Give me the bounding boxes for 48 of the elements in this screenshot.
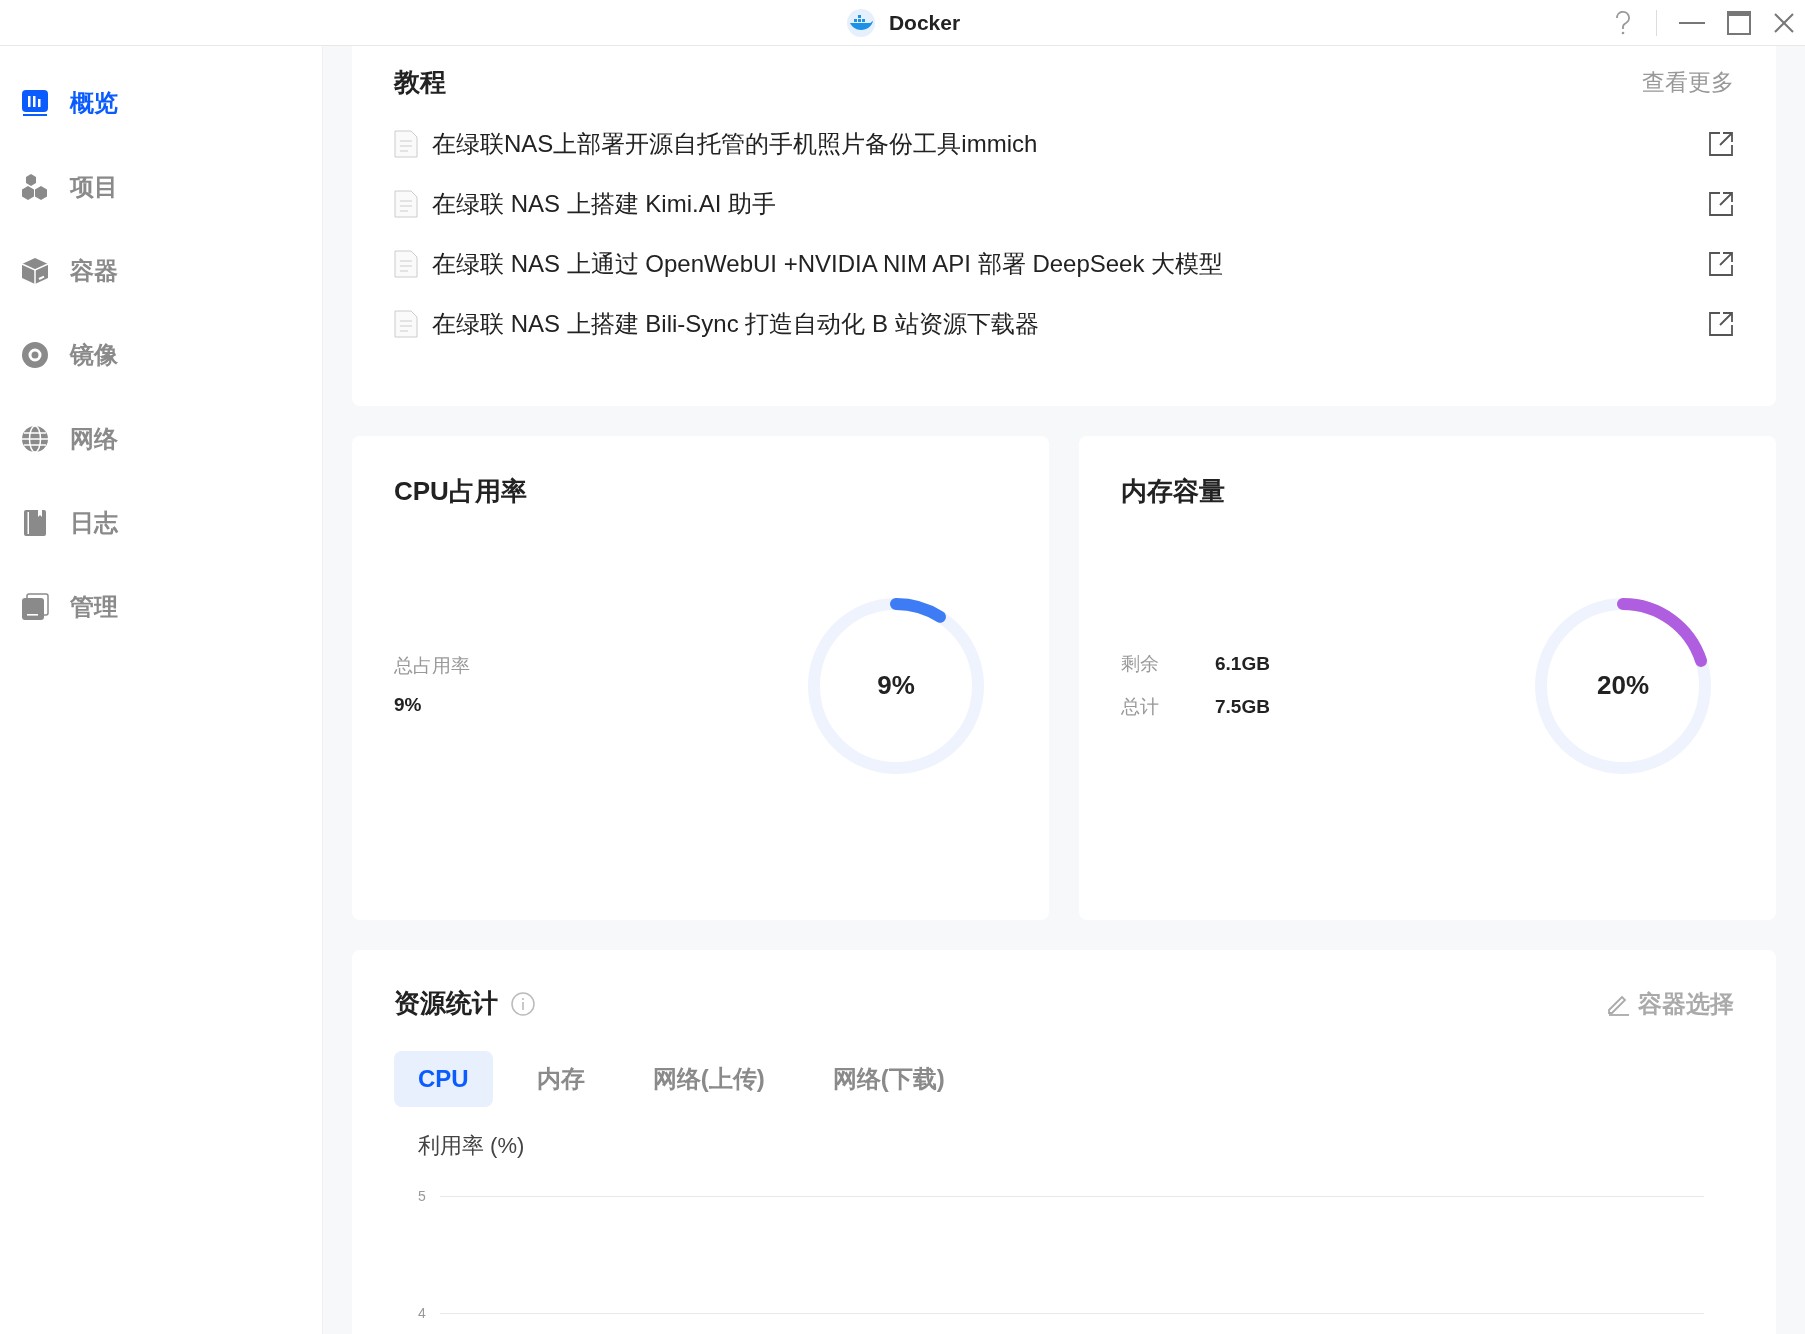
window-stack-icon: [20, 592, 50, 622]
minimize-icon[interactable]: [1679, 21, 1705, 25]
document-icon: [394, 190, 418, 218]
external-link-icon[interactable]: [1708, 251, 1734, 277]
sidebar-item[interactable]: 概览: [20, 88, 322, 118]
document-icon: [394, 130, 418, 158]
sidebar-item[interactable]: 管理: [20, 592, 322, 622]
disc-icon: [20, 340, 50, 370]
gauge-reading: 20%: [1595, 669, 1650, 702]
tutorial-link[interactable]: 在绿联 NAS 上搭建 Kimi.AI 助手: [432, 186, 1708, 222]
globe-icon: [20, 424, 50, 454]
window-title: Docker: [888, 9, 961, 36]
sidebar-item[interactable]: 项目: [20, 172, 322, 202]
maximize-icon[interactable]: [1727, 11, 1751, 35]
sidebar-item[interactable]: 网络: [20, 424, 322, 454]
gauge-reading: 9%: [876, 669, 916, 702]
tutorial-link[interactable]: 在绿联 NAS 上通过 OpenWebUI +NVIDIA NIM API 部署 DeepSeek 大模型: [432, 246, 1708, 282]
card-title: 教程: [394, 65, 446, 99]
y-tick-label: 4: [418, 1304, 427, 1323]
sidebar-item[interactable]: 日志: [20, 508, 322, 538]
tutorial-link[interactable]: 在绿联NAS上部署开源自托管的手机照片备份工具immich: [432, 126, 1708, 162]
card-title: 资源统计: [394, 987, 498, 1020]
container-select-button[interactable]: 容器选择: [1606, 985, 1734, 1022]
cubes-icon: [20, 172, 50, 202]
stat-value: 7.5GB: [1215, 694, 1270, 719]
axis-title: 利用率 (%): [418, 1132, 526, 1160]
document-icon: [394, 250, 418, 278]
stat-label: 剩余: [1121, 652, 1159, 676]
document-icon: [394, 310, 418, 338]
stat-label: 总占用率: [394, 654, 470, 678]
bar-chart-icon: [20, 88, 50, 118]
box-icon: [20, 256, 50, 286]
tutorial-link[interactable]: 在绿联 NAS 上搭建 Bili-Sync 打造自动化 B 站资源下载器: [432, 306, 1708, 342]
external-link-icon[interactable]: [1708, 131, 1734, 157]
tab[interactable]: CPU: [394, 1051, 493, 1107]
card-title: CPU占用率: [394, 475, 528, 508]
close-icon[interactable]: [1773, 12, 1795, 34]
view-more-link[interactable]: 查看更多: [1642, 64, 1734, 100]
external-link-icon[interactable]: [1708, 191, 1734, 217]
stat-label: 总计: [1121, 694, 1159, 719]
y-tick-label: 5: [418, 1187, 427, 1206]
sidebar-item[interactable]: 镜像: [20, 340, 322, 370]
whale-logo-icon: [844, 8, 877, 37]
external-link-icon[interactable]: [1708, 311, 1734, 337]
stat-value: 9%: [394, 692, 423, 717]
sidebar-item[interactable]: 容器: [20, 256, 322, 286]
card-title: 内存容量: [1121, 475, 1226, 508]
stat-value: 6.1GB: [1215, 652, 1270, 676]
